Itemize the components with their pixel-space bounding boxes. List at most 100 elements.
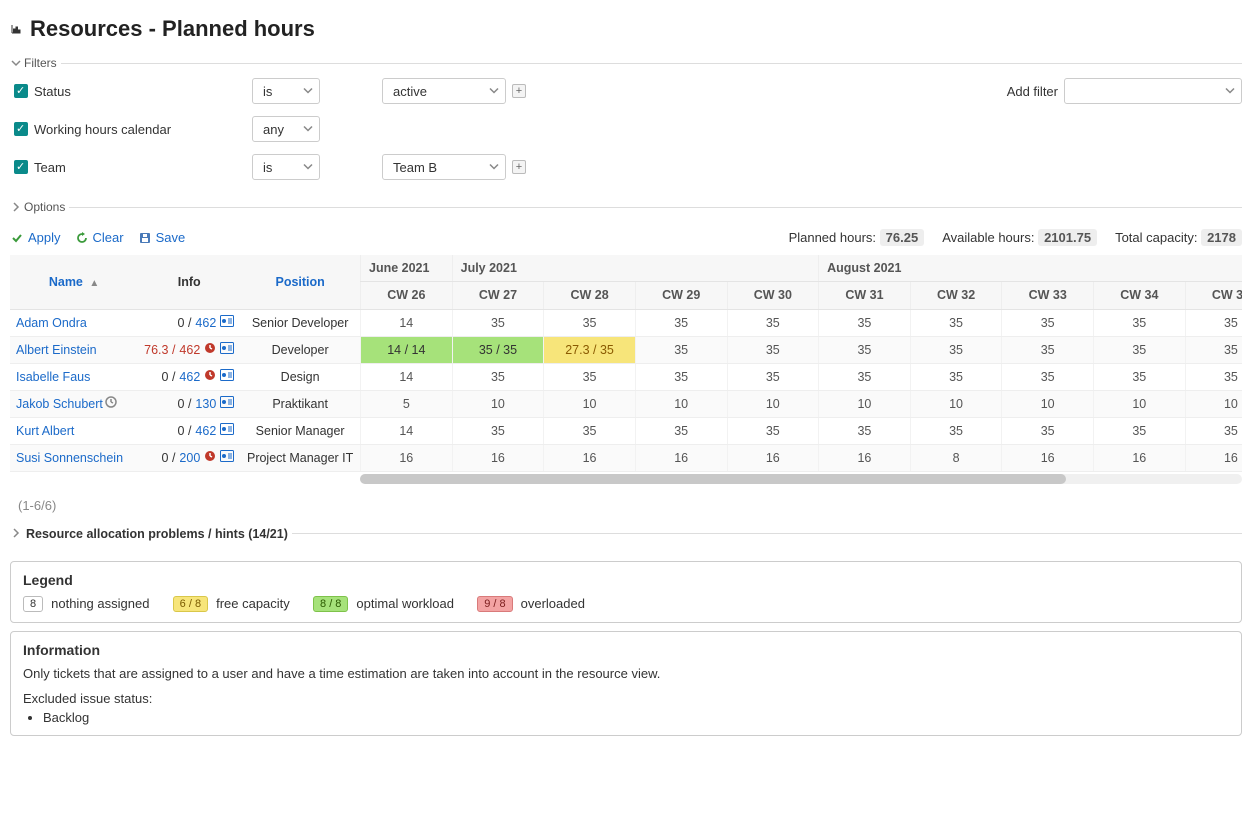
hours-cell[interactable]: 35 (727, 336, 819, 363)
hours-cell[interactable]: 35 (1094, 417, 1186, 444)
vcard-icon[interactable] (220, 423, 234, 438)
hours-cell[interactable]: 27.3 / 35 (544, 336, 636, 363)
person-link[interactable]: Jakob Schubert (16, 397, 103, 411)
hours-cell[interactable]: 10 (1094, 390, 1186, 417)
hours-cell[interactable]: 35 (452, 363, 544, 390)
hours-cell[interactable]: 35 (1002, 417, 1094, 444)
capacity-link[interactable]: 462 (179, 370, 200, 384)
hours-cell[interactable]: 16 (635, 444, 727, 471)
hours-cell[interactable]: 10 (544, 390, 636, 417)
capacity-link[interactable]: 462 (179, 343, 200, 357)
hours-cell[interactable]: 35 (727, 363, 819, 390)
hours-cell[interactable]: 35 (819, 309, 911, 336)
clear-button[interactable]: Clear (75, 230, 124, 245)
hours-cell[interactable]: 35 (819, 336, 911, 363)
hours-cell[interactable]: 35 (635, 309, 727, 336)
hours-cell[interactable]: 14 (361, 417, 453, 444)
hours-cell[interactable]: 16 (361, 444, 453, 471)
person-link[interactable]: Albert Einstein (16, 343, 97, 357)
hours-cell[interactable]: 35 (452, 309, 544, 336)
hours-cell[interactable]: 35 (1094, 363, 1186, 390)
hours-cell[interactable]: 35 (1185, 417, 1242, 444)
filter-operator-select[interactable]: is (252, 78, 320, 104)
hours-cell[interactable]: 35 (635, 417, 727, 444)
hours-cell[interactable]: 35 (635, 336, 727, 363)
hours-cell[interactable]: 16 (452, 444, 544, 471)
horizontal-scrollbar[interactable] (360, 474, 1242, 484)
person-link[interactable]: Kurt Albert (16, 424, 74, 438)
capacity-link[interactable]: 462 (195, 316, 216, 330)
hours-cell[interactable]: 35 (819, 417, 911, 444)
hours-cell[interactable]: 14 (361, 309, 453, 336)
vcard-icon[interactable] (220, 369, 234, 384)
filters-toggle[interactable]: Filters (10, 56, 61, 70)
hours-cell[interactable]: 10 (1002, 390, 1094, 417)
capacity-link[interactable]: 462 (195, 424, 216, 438)
hours-cell[interactable]: 5 (361, 390, 453, 417)
hours-cell[interactable]: 35 (1002, 309, 1094, 336)
hours-cell[interactable]: 10 (819, 390, 911, 417)
vcard-icon[interactable] (220, 396, 234, 411)
hours-cell[interactable]: 16 (727, 444, 819, 471)
hours-cell[interactable]: 10 (910, 390, 1002, 417)
add-value-button[interactable]: + (512, 84, 526, 98)
filter-operator-select[interactable]: any (252, 116, 320, 142)
hours-cell[interactable]: 10 (1185, 390, 1242, 417)
hours-cell[interactable]: 35 (1185, 363, 1242, 390)
hours-cell[interactable]: 16 (1002, 444, 1094, 471)
hours-cell[interactable]: 14 (361, 363, 453, 390)
col-name-header[interactable]: Name ▲ (10, 255, 138, 309)
filter-value-select[interactable]: active (382, 78, 506, 104)
hours-cell[interactable]: 10 (635, 390, 727, 417)
person-link[interactable]: Susi Sonnenschein (16, 451, 123, 465)
options-toggle[interactable]: Options (10, 200, 69, 214)
hours-cell[interactable]: 8 (910, 444, 1002, 471)
filter-checkbox[interactable] (14, 160, 28, 174)
hours-cell[interactable]: 35 (1185, 309, 1242, 336)
hours-cell[interactable]: 35 (910, 417, 1002, 444)
hours-cell[interactable]: 16 (1094, 444, 1186, 471)
person-link[interactable]: Adam Ondra (16, 316, 87, 330)
hours-cell[interactable]: 16 (819, 444, 911, 471)
hours-cell[interactable]: 14 / 14 (361, 336, 453, 363)
vcard-icon[interactable] (220, 315, 234, 330)
filter-checkbox[interactable] (14, 84, 28, 98)
filter-checkbox[interactable] (14, 122, 28, 136)
hours-cell[interactable]: 16 (1185, 444, 1242, 471)
hours-cell[interactable]: 35 (910, 363, 1002, 390)
hours-cell[interactable]: 35 (1094, 336, 1186, 363)
person-link[interactable]: Isabelle Faus (16, 370, 90, 384)
hours-cell[interactable]: 16 (544, 444, 636, 471)
scrollbar-thumb[interactable] (360, 474, 1066, 484)
capacity-link[interactable]: 200 (179, 451, 200, 465)
hours-cell[interactable]: 35 (1094, 309, 1186, 336)
add-value-button[interactable]: + (512, 160, 526, 174)
hours-cell[interactable]: 10 (452, 390, 544, 417)
hours-cell[interactable]: 35 (910, 336, 1002, 363)
hours-cell[interactable]: 35 (635, 363, 727, 390)
hours-cell[interactable]: 35 (544, 417, 636, 444)
hours-cell[interactable]: 35 (544, 363, 636, 390)
hours-cell[interactable]: 35 (452, 417, 544, 444)
hours-cell[interactable]: 10 (727, 390, 819, 417)
hours-cell[interactable]: 35 (544, 309, 636, 336)
timeline-scroll[interactable]: June 2021July 2021August 2021September 2… (360, 255, 1242, 484)
hours-cell[interactable]: 35 (819, 363, 911, 390)
apply-button[interactable]: Apply (10, 230, 61, 245)
hours-cell[interactable]: 35 (727, 309, 819, 336)
capacity-link[interactable]: 130 (195, 397, 216, 411)
hours-cell[interactable]: 35 (1002, 336, 1094, 363)
save-button[interactable]: Save (138, 230, 186, 245)
hours-cell[interactable]: 35 (1185, 336, 1242, 363)
hours-cell[interactable]: 35 (727, 417, 819, 444)
add-filter-select[interactable] (1064, 78, 1242, 104)
vcard-icon[interactable] (220, 450, 234, 465)
hours-cell[interactable]: 35 (910, 309, 1002, 336)
hints-toggle[interactable]: Resource allocation problems / hints (14… (10, 527, 292, 541)
hours-cell[interactable]: 35 (1002, 363, 1094, 390)
filter-value-select[interactable]: Team B (382, 154, 506, 180)
filter-operator-select[interactable]: is (252, 154, 320, 180)
col-position-header[interactable]: Position (240, 255, 360, 309)
hours-cell[interactable]: 35 / 35 (452, 336, 544, 363)
vcard-icon[interactable] (220, 342, 234, 357)
